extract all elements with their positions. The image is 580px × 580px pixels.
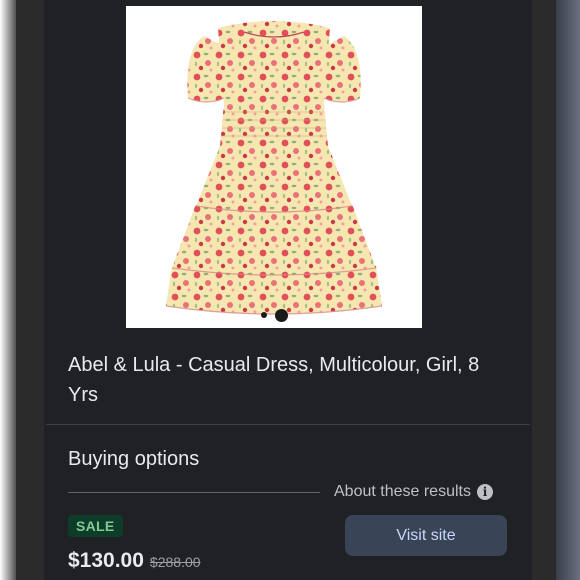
price-row: $130.00 $288.00 bbox=[68, 549, 201, 573]
visit-site-label: Visit site bbox=[396, 526, 456, 544]
product-title[interactable]: Abel & Lula - Casual Dress, Multicolour,… bbox=[68, 350, 508, 410]
sale-price: $130.00 bbox=[68, 549, 144, 572]
carousel-dot-2-active[interactable] bbox=[274, 308, 288, 322]
section-divider bbox=[46, 424, 530, 425]
info-icon: i bbox=[476, 484, 493, 500]
carousel-dots[interactable] bbox=[126, 308, 422, 322]
visit-site-button[interactable]: Visit site bbox=[345, 515, 507, 556]
buying-options-heading: Buying options bbox=[68, 448, 200, 470]
about-these-results-link[interactable]: About these results i bbox=[334, 481, 493, 503]
original-price: $288.00 bbox=[149, 554, 201, 570]
carousel-dot-1[interactable] bbox=[260, 312, 267, 318]
about-label: About these results bbox=[334, 483, 471, 500]
floral-dress-image bbox=[165, 21, 383, 315]
right-bezel-edge bbox=[556, 0, 580, 580]
about-divider bbox=[68, 492, 320, 493]
product-image[interactable] bbox=[126, 6, 422, 328]
sale-badge: SALE bbox=[68, 515, 123, 537]
